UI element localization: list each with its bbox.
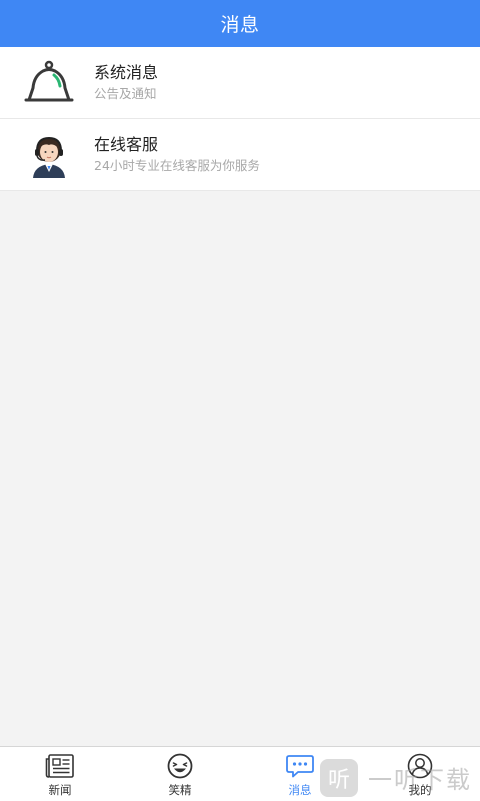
tab-jokes-label: 笑精: [168, 783, 192, 797]
tab-messages[interactable]: 消息: [240, 747, 360, 801]
tab-mine-label: 我的: [408, 783, 432, 797]
system-messages-subtitle: 公告及通知: [94, 85, 157, 101]
newspaper-icon: [45, 753, 75, 779]
tab-mine[interactable]: 我的: [360, 747, 480, 801]
user-icon: [405, 753, 435, 779]
online-service-title: 在线客服: [94, 134, 159, 154]
customer-service-avatar-icon: [24, 130, 74, 180]
message-list: 系统消息 公告及通知 在线客服 24小时专业在线客服为你服务: [0, 47, 480, 191]
bell-icon: [24, 58, 74, 108]
list-item-system-messages[interactable]: 系统消息 公告及通知: [0, 47, 480, 119]
tab-news-label: 新闻: [48, 783, 72, 797]
list-item-online-service[interactable]: 在线客服 24小时专业在线客服为你服务: [0, 119, 480, 191]
tab-jokes[interactable]: 笑精: [120, 747, 240, 801]
laugh-face-icon: [165, 753, 195, 779]
tab-messages-label: 消息: [288, 783, 312, 797]
top-bar: 消息: [0, 0, 480, 47]
online-service-subtitle: 24小时专业在线客服为你服务: [94, 157, 260, 173]
bottom-tab-bar: 新闻 笑精 消息 我的: [0, 746, 480, 801]
chat-bubble-icon: [285, 753, 315, 779]
page-title: 消息: [220, 14, 260, 36]
tab-news[interactable]: 新闻: [0, 747, 120, 801]
system-messages-title: 系统消息: [94, 62, 159, 82]
